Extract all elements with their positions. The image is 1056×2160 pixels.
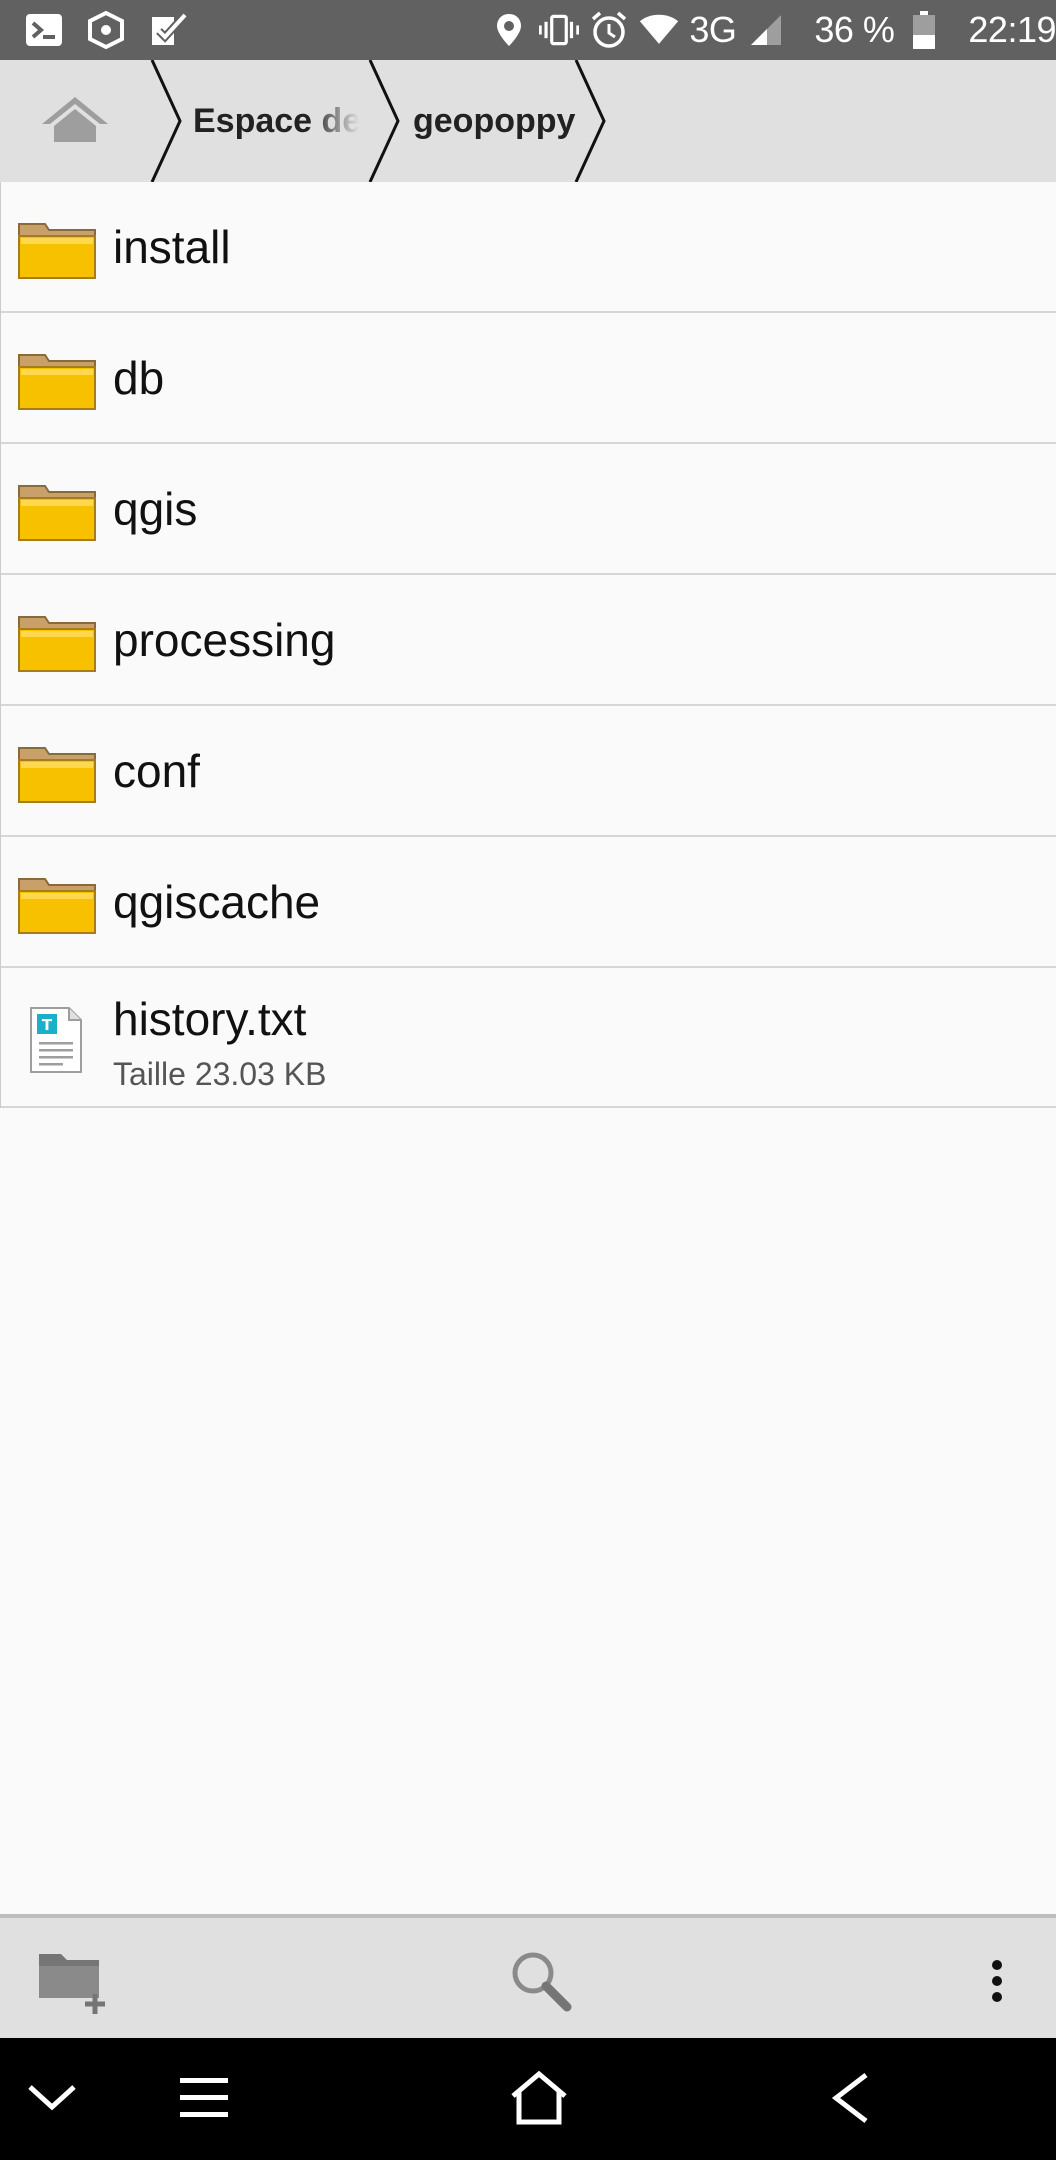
menu-button[interactable] [164,2060,244,2140]
system-nav-bar [0,2038,1056,2160]
item-name: db [113,351,165,404]
collapse-button[interactable] [12,2060,92,2140]
item-name: conf [113,744,200,797]
wifi-icon [639,10,679,50]
text-file-icon: T [29,1006,83,1074]
search-button[interactable] [496,1938,586,2028]
breadcrumb-item-label: geopoppy [413,101,576,140]
file-size: Taille 23.03 KB [113,1056,327,1092]
folder-icon [17,349,97,411]
svg-text:T: T [42,1016,53,1034]
battery-percent: 36 % [814,9,895,50]
back-button[interactable] [810,2060,890,2140]
folder-icon [17,742,97,804]
folder-icon [17,611,97,673]
checklist-icon [148,10,188,50]
breadcrumb-item-label: Espace de [193,101,359,140]
clock: 22:19 [968,9,1056,50]
home-icon [40,94,110,149]
bottom-toolbar [0,1914,1056,2038]
folder-icon [17,218,97,280]
terminal-icon [24,10,64,50]
home-icon [509,2070,569,2131]
nav-home-button[interactable] [499,2060,579,2140]
breadcrumb-home-button[interactable] [0,60,150,182]
list-item-file[interactable]: T history.txt Taille 23.03 KB [1,968,1056,1108]
breadcrumb-separator [368,60,400,182]
list-item-folder[interactable]: install [1,182,1056,313]
location-icon [489,10,529,50]
breadcrumb-item-espace[interactable]: Espace de [193,60,359,182]
breadcrumb-item-geopoppy[interactable]: geopoppy [413,60,575,182]
item-name: history.txt [113,993,307,1045]
item-name: processing [113,613,336,666]
vibrate-icon [539,10,580,50]
breadcrumb-separator [574,60,606,182]
status-bar: 3G 36 % 22:19 [0,0,1056,60]
list-item-folder[interactable]: qgis [1,444,1056,575]
file-list: install db qgis processing conf qgiscach… [0,182,1056,1108]
network-type: 3G [689,9,737,50]
menu-icon [178,2076,230,2125]
list-item-folder[interactable]: conf [1,706,1056,837]
folder-icon [17,873,97,935]
signal-icon [746,10,786,50]
item-name: qgiscache [113,875,321,928]
folder-icon [17,480,97,542]
more-options-button[interactable] [952,1938,1042,2028]
new-folder-button[interactable] [30,1938,120,2028]
search-icon [509,1949,573,2018]
battery-icon [904,10,944,50]
file-manager-screen: 3G 36 % 22:19 Espace de geopoppy install… [0,0,1056,2160]
back-icon [830,2071,870,2130]
breadcrumb: Espace de geopoppy [0,60,1056,182]
more-options-icon [989,1959,1005,2008]
collapse-icon [26,2083,78,2118]
item-name: install [113,220,231,273]
list-item-folder[interactable]: db [1,313,1056,444]
shield-icon [86,10,126,50]
new-folder-icon [35,1946,115,2021]
alarm-icon [589,10,629,50]
list-item-folder[interactable]: qgiscache [1,837,1056,968]
item-name: qgis [113,482,198,535]
breadcrumb-separator [150,60,182,182]
list-item-folder[interactable]: processing [1,575,1056,706]
